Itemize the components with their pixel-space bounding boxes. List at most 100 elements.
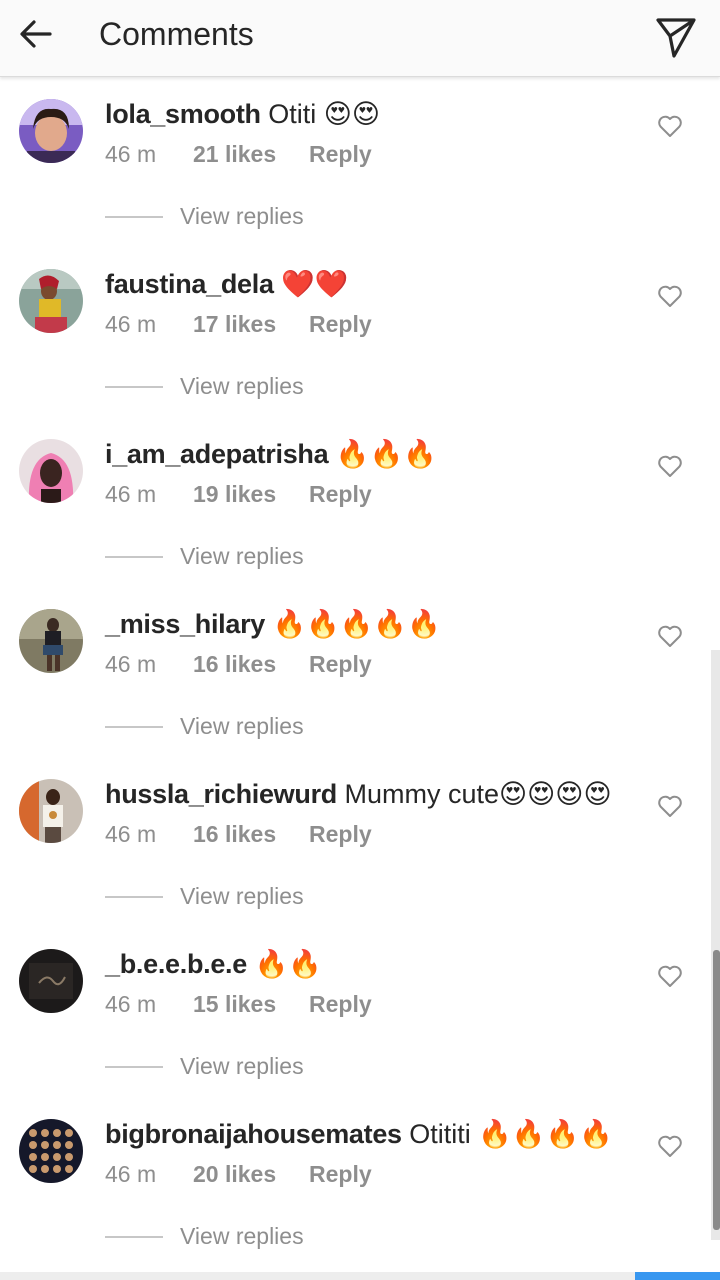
reply-button[interactable]: Reply [309, 651, 372, 677]
like-button[interactable] [656, 1132, 684, 1160]
paper-plane-icon [656, 18, 696, 58]
divider [105, 1236, 163, 1238]
view-replies-label: View replies [180, 1053, 304, 1079]
arrow-left-icon [20, 20, 52, 48]
divider [105, 386, 163, 388]
comment-text: 🔥🔥🔥 [328, 439, 437, 469]
like-button[interactable] [656, 792, 684, 820]
comment-text: ❤️❤️ [273, 269, 349, 299]
comment-time: 46 m [105, 481, 157, 507]
like-button[interactable] [656, 622, 684, 650]
bottom-accent-indicator [635, 1272, 720, 1280]
comment-time: 46 m [105, 651, 157, 677]
comment-meta: 46 m 19 likes Reply [105, 480, 372, 508]
comment-meta: 46 m 16 likes Reply [105, 650, 372, 678]
comment-time: 46 m [105, 821, 157, 847]
comment-likes[interactable]: 16 likes [193, 650, 309, 678]
heart-outline-icon [658, 285, 682, 307]
reply-button[interactable]: Reply [309, 141, 372, 167]
comment-meta: 46 m 20 likes Reply [105, 1160, 372, 1188]
comment-item: hussla_richiewurd Mummy cute😍😍😍😍 46 m 16 … [0, 778, 720, 948]
comment-line: _b.e.e.b.e.e 🔥🔥 [105, 948, 645, 980]
view-replies-label: View replies [180, 883, 304, 909]
heart-outline-icon [658, 115, 682, 137]
reply-button[interactable]: Reply [309, 311, 372, 337]
comment-username[interactable]: _b.e.e.b.e.e [105, 949, 247, 979]
avatar[interactable] [19, 779, 83, 843]
share-button[interactable] [650, 10, 702, 62]
comment-username[interactable]: bigbronaijahousemates [105, 1119, 402, 1149]
comment-time: 46 m [105, 141, 157, 167]
comment-username[interactable]: lola_smooth [105, 99, 261, 129]
comment-likes[interactable]: 17 likes [193, 310, 309, 338]
comment-likes[interactable]: 16 likes [193, 820, 309, 848]
comment-text: 🔥🔥 [246, 949, 322, 979]
avatar[interactable] [19, 949, 83, 1013]
comment-line: lola_smooth Otiti 😍😍 [105, 98, 645, 130]
comment-item: faustina_dela ❤️❤️ 46 m 17 likes Reply Vie… [0, 268, 720, 438]
view-replies-label: View replies [180, 713, 304, 739]
like-button[interactable] [656, 112, 684, 140]
avatar[interactable] [19, 1119, 83, 1183]
comment-text: Otiti 😍😍 [260, 99, 381, 129]
comment-line: _miss_hilary 🔥🔥🔥🔥🔥 [105, 608, 645, 640]
divider [105, 556, 163, 558]
heart-outline-icon [658, 625, 682, 647]
comment-time: 46 m [105, 1161, 157, 1187]
like-button[interactable] [656, 452, 684, 480]
back-button[interactable] [14, 12, 58, 56]
divider [105, 726, 163, 728]
heart-outline-icon [658, 795, 682, 817]
avatar[interactable] [19, 99, 83, 163]
comment-likes[interactable]: 21 likes [193, 140, 309, 168]
view-replies-label: View replies [180, 373, 304, 399]
divider [105, 216, 163, 218]
comment-time: 46 m [105, 311, 157, 337]
comment-username[interactable]: i_am_adepatrisha [105, 439, 329, 469]
divider [105, 896, 163, 898]
page-title: Comments [99, 16, 254, 52]
like-button[interactable] [656, 962, 684, 990]
comment-item: bigbronaijahousemates Otititi 🔥🔥🔥🔥 46 m 2… [0, 1118, 720, 1280]
comment-line: hussla_richiewurd Mummy cute😍😍😍😍 [105, 778, 645, 810]
avatar[interactable] [19, 609, 83, 673]
reply-button[interactable]: Reply [309, 991, 372, 1017]
comment-meta: 46 m 16 likes Reply [105, 820, 372, 848]
comment-text: Mummy cute😍😍😍😍 [336, 779, 612, 809]
divider [105, 1066, 163, 1068]
reply-button[interactable]: Reply [309, 481, 372, 507]
like-button[interactable] [656, 282, 684, 310]
heart-outline-icon [658, 1135, 682, 1157]
heart-outline-icon [658, 455, 682, 477]
comment-likes[interactable]: 19 likes [193, 480, 309, 508]
comment-username[interactable]: hussla_richiewurd [105, 779, 337, 809]
header-bar: Comments [0, 0, 720, 77]
comment-item: _b.e.e.b.e.e 🔥🔥 46 m 15 likes Reply View r… [0, 948, 720, 1118]
comment-meta: 46 m 17 likes Reply [105, 310, 372, 338]
comment-likes[interactable]: 15 likes [193, 990, 309, 1018]
comment-username[interactable]: _miss_hilary [105, 609, 265, 639]
comments-screen: Comments lola_smooth Otiti 😍😍 46 m 21 lik… [0, 0, 720, 1280]
comment-item: lola_smooth Otiti 😍😍 46 m 21 likes Reply V… [0, 98, 720, 268]
comment-line: faustina_dela ❤️❤️ [105, 268, 645, 300]
bottom-strip [0, 1272, 720, 1280]
view-replies-label: View replies [180, 1223, 304, 1249]
scrollbar-thumb[interactable] [713, 950, 720, 1230]
comment-item: i_am_adepatrisha 🔥🔥🔥 46 m 19 likes Reply V… [0, 438, 720, 608]
comment-item: _miss_hilary 🔥🔥🔥🔥🔥 46 m 16 likes Reply Vie… [0, 608, 720, 778]
comment-username[interactable]: faustina_dela [105, 269, 274, 299]
avatar[interactable] [19, 439, 83, 503]
heart-outline-icon [658, 965, 682, 987]
comment-meta: 46 m 21 likes Reply [105, 140, 372, 168]
comment-likes[interactable]: 20 likes [193, 1160, 309, 1188]
comment-meta: 46 m 15 likes Reply [105, 990, 372, 1018]
avatar[interactable] [19, 269, 83, 333]
comment-text: 🔥🔥🔥🔥🔥 [265, 609, 441, 639]
view-replies-label: View replies [180, 203, 304, 229]
comment-line: i_am_adepatrisha 🔥🔥🔥 [105, 438, 645, 470]
reply-button[interactable]: Reply [309, 1161, 372, 1187]
reply-button[interactable]: Reply [309, 821, 372, 847]
comment-text: Otititi 🔥🔥🔥🔥 [401, 1119, 613, 1149]
comment-time: 46 m [105, 991, 157, 1017]
view-replies-label: View replies [180, 543, 304, 569]
